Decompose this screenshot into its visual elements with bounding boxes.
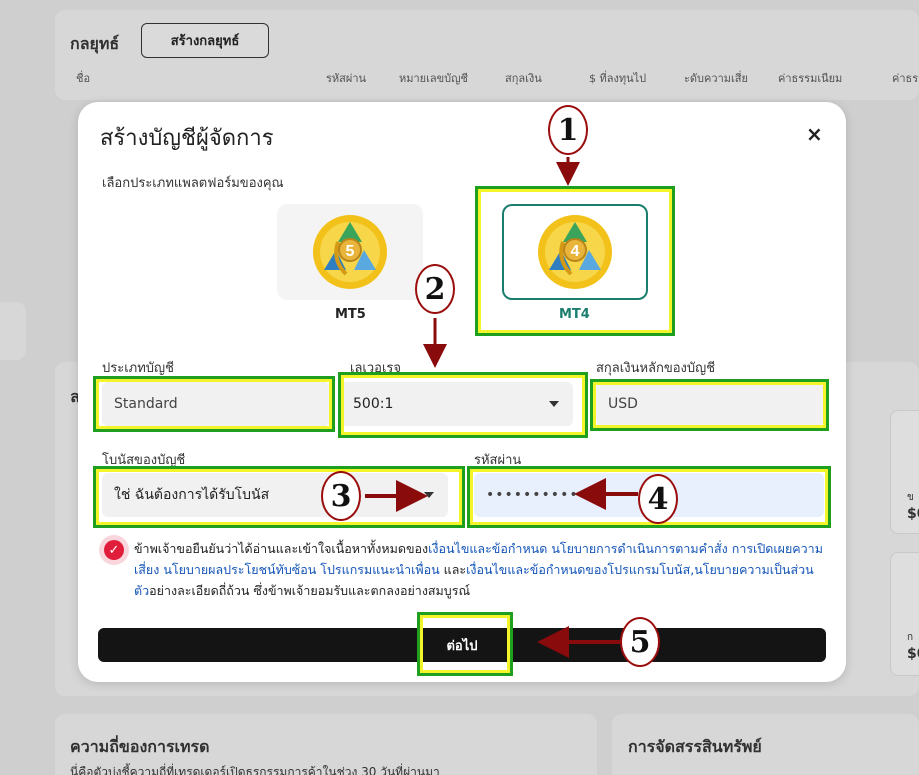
chevron-down-icon [424,492,434,498]
step-badge-3: 3 [321,471,361,521]
leverage-value: 500:1 [353,396,394,412]
close-icon[interactable]: × [806,122,823,146]
next-button[interactable]: ต่อไป [98,628,826,662]
step-badge-5: 5 [620,617,660,667]
terms-text: ข้าพเจ้าขอยืนยันว่าได้อ่านและเข้าใจเนื้อ… [134,538,824,601]
platform-name-mt4: MT4 [559,307,590,322]
metatrader-logo-icon: 5 [313,215,387,289]
terms-link-execution-policy[interactable]: นโยบายการดำเนินการตามคำสั่ง [547,541,727,556]
bonus-label: โบนัสของบัญชี [102,453,186,468]
modal-title: สร้างบัญชีผู้จัดการ [100,126,274,151]
account-type-label: ประเภทบัญชี [102,361,174,376]
create-manager-account-modal: สร้างบัญชีผู้จัดการ × เลือกประเภทแพลตฟอร… [78,102,846,682]
checkmark-icon: ✓ [108,542,120,558]
terms-link-conditions[interactable]: เงื่อนไขและข้อกำหนด [428,541,547,556]
terms-link-conflict-policy[interactable]: นโยบายผลประโยชน์ทับซ้อน [159,562,316,577]
step-badge-1: 1 [548,105,588,155]
agree-checkbox[interactable]: ✓ [104,540,124,560]
step-badge-2: 2 [415,264,455,314]
password-label: รหัสผ่าน [474,453,522,468]
account-type-field[interactable]: Standard [102,382,330,426]
terms-outro: อย่างละเอียดถี่ถ้วน ซึ่งข้าพเจ้ายอมรับแล… [149,583,471,598]
terms-link-referral-program[interactable]: โปรแกรมแนะนำเพื่อน [316,562,439,577]
platform-digit: 5 [346,243,355,260]
platform-label: เลือกประเภทแพลตฟอร์มของคุณ [102,176,284,191]
terms-and: และ [439,562,467,577]
platform-option-mt5[interactable]: 5 [277,204,423,300]
bonus-select[interactable]: ใช่ ฉันต้องการได้รับโบนัส [102,473,448,517]
platform-name-mt5: MT5 [335,307,366,322]
platform-digit: 4 [571,243,580,260]
leverage-label: เลเวอเรจ [350,361,402,376]
step-badge-4: 4 [638,474,678,524]
metatrader-logo-icon: 4 [538,215,612,289]
leverage-select[interactable]: 500:1 [341,382,573,426]
terms-intro: ข้าพเจ้าขอยืนยันว่าได้อ่านและเข้าใจเนื้อ… [134,541,429,556]
currency-label: สกุลเงินหลักของบัญชี [596,361,716,376]
currency-field[interactable]: USD [596,382,824,426]
bonus-value: ใช่ ฉันต้องการได้รับโบนัส [114,487,270,503]
platform-option-mt4[interactable]: 4 [502,204,648,300]
chevron-down-icon [549,401,559,407]
